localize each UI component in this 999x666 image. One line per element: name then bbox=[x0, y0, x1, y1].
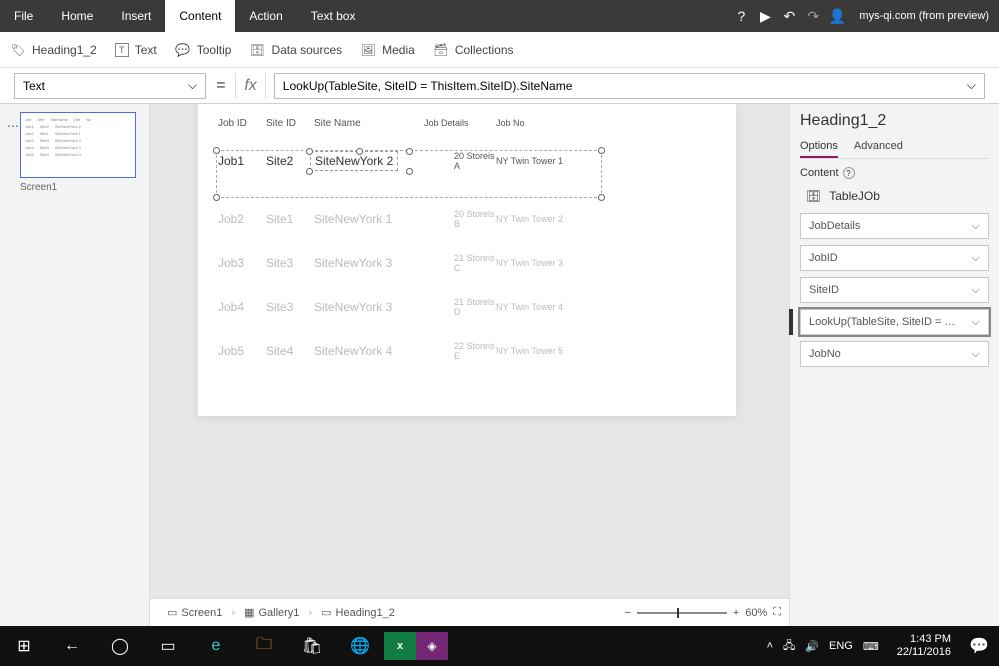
gallery-row[interactable]: Job1 Site2 SiteNewYork 2 20 Storeis A NY… bbox=[198, 139, 736, 183]
ribbon-tooltip[interactable]: 💬 Tooltip bbox=[175, 42, 232, 58]
label-icon: ▭ bbox=[321, 606, 331, 619]
fx-label: fx bbox=[235, 73, 265, 99]
tab-textbox[interactable]: Text box bbox=[297, 0, 370, 32]
tag-icon: 🏷 bbox=[10, 42, 26, 58]
title-bar: File Home Insert Content Action Text box… bbox=[0, 0, 999, 32]
screen-thumb-label: Screen1 bbox=[20, 182, 141, 193]
edge-icon[interactable]: e bbox=[192, 626, 240, 666]
content-label: Content ? bbox=[800, 167, 989, 179]
zoom-percent: 60% bbox=[745, 607, 767, 619]
store-icon[interactable]: 🛍 bbox=[288, 626, 336, 666]
screen-icon: ▭ bbox=[167, 606, 177, 619]
crumb-gallery[interactable]: ▦ Gallery1 bbox=[235, 603, 308, 622]
database-icon: 🗄 bbox=[806, 189, 821, 203]
canvas[interactable]: Job ID Site ID Site Name Job Details Job… bbox=[150, 104, 789, 626]
thumb-menu-icon[interactable]: ⋯ bbox=[7, 119, 19, 133]
info-icon[interactable]: ? bbox=[843, 167, 855, 179]
gallery-icon: ▦ bbox=[244, 606, 254, 619]
chevron-down-icon: ⌵ bbox=[972, 316, 980, 329]
field-jobno[interactable]: JobNo ⌵ bbox=[800, 341, 989, 367]
chevron-down-icon[interactable]: ⌵ bbox=[967, 78, 976, 93]
selected-label[interactable]: SiteNewYork 2 bbox=[314, 154, 414, 168]
explorer-icon[interactable]: 🗀 bbox=[240, 626, 288, 666]
tab-content[interactable]: Content bbox=[165, 0, 235, 32]
field-jobid[interactable]: JobID ⌵ bbox=[800, 245, 989, 271]
chrome-icon[interactable]: 🌐 bbox=[336, 626, 384, 666]
help-icon[interactable]: ? bbox=[729, 8, 753, 24]
collections-icon: 🗃 bbox=[433, 42, 449, 58]
formula-input[interactable]: LookUp(TableSite, SiteID = ThisItem.Site… bbox=[274, 73, 985, 99]
chevron-down-icon: ⌵ bbox=[972, 252, 980, 265]
ribbon-heading[interactable]: 🏷 Heading1_2 bbox=[10, 42, 97, 58]
tab-insert[interactable]: Insert bbox=[107, 0, 165, 32]
crumb-heading[interactable]: ▭ Heading1_2 bbox=[312, 603, 404, 622]
ribbon-collections[interactable]: 🗃 Collections bbox=[433, 42, 514, 58]
volume-icon[interactable]: 🔊 bbox=[805, 640, 819, 653]
play-icon[interactable]: ▶ bbox=[753, 8, 777, 25]
user-label: mys-qi.com (from preview) bbox=[849, 10, 999, 22]
app-screen[interactable]: Job ID Site ID Site Name Job Details Job… bbox=[198, 104, 736, 416]
taskbar: ⊞ ← ◯ ▭ e 🗀 🛍 🌐 x ◈ ˄ 🖧 🔊 ENG ⌨ 1:43 PM … bbox=[0, 626, 999, 666]
tray-up-icon[interactable]: ˄ bbox=[767, 640, 773, 652]
redo-icon[interactable]: ↷ bbox=[801, 8, 825, 25]
ribbon-media[interactable]: 🖼 Media bbox=[360, 42, 415, 58]
tab-action[interactable]: Action bbox=[235, 0, 296, 32]
field-jobdetails[interactable]: JobDetails ⌵ bbox=[800, 213, 989, 239]
screens-pane: ⋯ JobSiteSiteNameDetNo Job1Site2SiteNewY… bbox=[0, 104, 150, 626]
zoom-in-button[interactable]: + bbox=[733, 607, 739, 619]
crumb-screen[interactable]: ▭ Screen1 bbox=[158, 603, 231, 622]
user-icon[interactable]: 👤 bbox=[825, 8, 849, 25]
start-button[interactable]: ⊞ bbox=[0, 626, 48, 666]
excel-icon[interactable]: x bbox=[384, 632, 416, 660]
field-siteid[interactable]: SiteID ⌵ bbox=[800, 277, 989, 303]
media-icon: 🖼 bbox=[360, 42, 376, 58]
status-bar: ▭ Screen1 › ▦ Gallery1 › ▭ Heading1_2 − … bbox=[150, 598, 789, 626]
tab-home[interactable]: Home bbox=[47, 0, 107, 32]
ribbon: 🏷 Heading1_2 T Text 💬 Tooltip 🗄 Data sou… bbox=[0, 32, 999, 68]
tab-options[interactable]: Options bbox=[800, 136, 838, 158]
gallery-row[interactable]: Job5 Site4 SiteNewYork 4 22 Storeis E NY… bbox=[198, 329, 736, 373]
text-icon: T bbox=[115, 43, 129, 57]
properties-pane: Heading1_2 Options Advanced Content ? 🗄 … bbox=[789, 104, 999, 626]
gallery-row[interactable]: Job4 Site3 SiteNewYork 3 21 Storeis D NY… bbox=[198, 285, 736, 329]
notifications-icon[interactable]: 💬 bbox=[959, 626, 999, 666]
zoom-out-button[interactable]: − bbox=[624, 607, 630, 619]
ribbon-datasources[interactable]: 🗄 Data sources bbox=[249, 42, 342, 58]
ribbon-text[interactable]: T Text bbox=[115, 43, 157, 57]
back-button[interactable]: ← bbox=[48, 626, 96, 666]
tab-advanced[interactable]: Advanced bbox=[854, 136, 903, 158]
equals-label: = bbox=[206, 77, 235, 95]
zoom-slider[interactable] bbox=[637, 612, 727, 614]
property-select[interactable]: Text ⌵ bbox=[14, 73, 206, 99]
fit-icon[interactable]: ⛶ bbox=[773, 606, 781, 619]
formula-bar: Text ⌵ = fx LookUp(TableSite, SiteID = T… bbox=[0, 68, 999, 104]
tab-file[interactable]: File bbox=[0, 0, 47, 32]
chevron-down-icon: ⌵ bbox=[188, 78, 197, 93]
cortana-button[interactable]: ◯ bbox=[96, 626, 144, 666]
chevron-down-icon: ⌵ bbox=[972, 284, 980, 297]
chevron-down-icon: ⌵ bbox=[972, 220, 980, 233]
powerapps-icon[interactable]: ◈ bbox=[416, 632, 448, 660]
keyboard-icon[interactable]: ⌨ bbox=[863, 640, 879, 653]
table-binding[interactable]: 🗄 TableJOb bbox=[806, 189, 989, 203]
clock[interactable]: 1:43 PM 22/11/2016 bbox=[889, 633, 959, 659]
chevron-down-icon: ⌵ bbox=[972, 348, 980, 361]
lang-indicator[interactable]: ENG bbox=[829, 640, 853, 652]
gallery-row[interactable]: Job2 Site1 SiteNewYork 1 20 Storeis B NY… bbox=[198, 197, 736, 241]
network-icon[interactable]: 🖧 bbox=[783, 637, 795, 656]
screen-thumbnail[interactable]: ⋯ JobSiteSiteNameDetNo Job1Site2SiteNewY… bbox=[20, 112, 136, 178]
database-icon: 🗄 bbox=[249, 42, 265, 58]
gallery-header: Job ID Site ID Site Name Job Details Job… bbox=[198, 104, 736, 139]
gallery-row[interactable]: Job3 Site3 SiteNewYork 3 21 Storeis C NY… bbox=[198, 241, 736, 285]
undo-icon[interactable]: ↶ bbox=[777, 8, 801, 25]
prop-title: Heading1_2 bbox=[800, 112, 989, 130]
tooltip-icon: 💬 bbox=[175, 42, 191, 58]
taskview-button[interactable]: ▭ bbox=[144, 626, 192, 666]
field-lookup[interactable]: LookUp(TableSite, SiteID = ThisItem.Si..… bbox=[800, 309, 989, 335]
